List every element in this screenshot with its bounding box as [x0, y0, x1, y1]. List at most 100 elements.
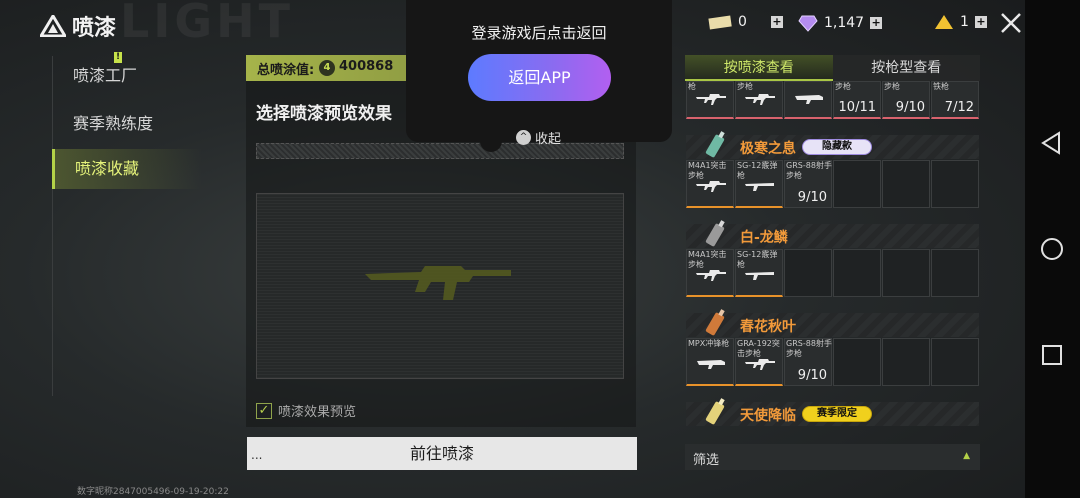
spray-effect-strip[interactable] — [256, 143, 624, 159]
add-pyramid-button[interactable]: + — [974, 16, 987, 28]
spray-group-header[interactable]: 白-龙鳞 — [686, 220, 979, 248]
weapon-name: M4A1突击步枪 — [688, 161, 727, 180]
menu-item-label: 喷漆工厂 — [73, 66, 138, 85]
shotgun-icon — [745, 183, 774, 191]
pyramid-icon — [935, 15, 953, 29]
smg-icon — [697, 360, 725, 369]
rifle-icon — [696, 94, 726, 105]
spray-group-header[interactable]: 极寒之息 隐藏款 — [686, 131, 979, 159]
empty-cell — [833, 160, 881, 208]
currency-tickets: 0 + — [708, 14, 783, 30]
spray-preview-area — [256, 193, 624, 379]
weapon-name: M4A1突击步枪 — [688, 250, 727, 269]
weapon-name: 铁枪 — [933, 82, 949, 91]
go-spray-button-label: 前往喷漆 — [409, 444, 474, 463]
weapon-name: GRS-88射手步枪 — [786, 339, 832, 358]
check-icon[interactable]: ✓ — [256, 402, 272, 419]
weapon-name: GRS-88射手步枪 — [786, 161, 832, 180]
filter-dropdown[interactable]: 筛选 ▲ — [685, 444, 980, 470]
currency-diamonds: 1,147 + — [798, 14, 883, 32]
weapon-name: 步枪 — [884, 82, 900, 91]
weapon-cell[interactable]: 步枪 9/10 — [882, 81, 930, 119]
empty-cell — [931, 338, 979, 386]
weapon-name: SG-12霰弹枪 — [737, 161, 778, 180]
view-tabs: 按喷漆查看 按枪型查看 — [685, 55, 980, 81]
weapon-cell[interactable]: M4A1突击步枪 — [686, 249, 734, 297]
empty-cell — [931, 249, 979, 297]
weapon-row: M4A1突击步枪 SG-12霰弹枪 GRS-88射手步枪 9/10 — [686, 160, 979, 208]
weapon-row: MPX冲锋枪 GRA-192突击步枪 GRS-88射手步枪 9/10 — [686, 338, 979, 386]
tab-by-spray[interactable]: 按喷漆查看 — [685, 55, 833, 81]
menu-item-season-proficiency[interactable]: 赛季熟练度 ! — [53, 52, 203, 144]
spray-group-header[interactable]: 春花秋叶 — [686, 309, 979, 337]
weapon-cell[interactable]: SG-12霰弹枪 — [735, 160, 783, 208]
weapon-count: 7/12 — [944, 100, 974, 115]
weapon-cell[interactable]: 步枪 — [735, 81, 783, 119]
rifle-icon — [696, 270, 726, 281]
weapon-name: SG-12霰弹枪 — [737, 250, 778, 269]
weapon-count: 9/10 — [797, 368, 827, 383]
system-nav-bar — [1025, 0, 1080, 498]
hidden-badge: 隐藏款 — [802, 139, 872, 155]
spray-can-icon — [705, 309, 725, 336]
weapon-cell[interactable]: M4A1突击步枪 — [686, 160, 734, 208]
weapon-cell[interactable]: MPX冲锋枪 — [686, 338, 734, 386]
background-watermark-text: LIGHT — [120, 0, 295, 48]
weapon-count: 9/10 — [797, 190, 827, 205]
back-icon[interactable] — [1039, 130, 1065, 156]
empty-cell — [833, 249, 881, 297]
spray-can-icon — [705, 220, 725, 247]
weapon-name: 步枪 — [737, 82, 753, 91]
chevron-up-icon: ^ — [516, 130, 531, 145]
spray-group-header[interactable]: 天使降临 赛季限定 — [686, 398, 979, 426]
menu-item-spray-collection[interactable]: 喷漆收藏 — [52, 149, 202, 189]
menu-item-label: 赛季熟练度 — [73, 114, 154, 133]
weapon-cell[interactable]: GRS-88射手步枪 9/10 — [784, 338, 832, 386]
weapon-cell[interactable]: SG-12霰弹枪 — [735, 249, 783, 297]
spray-group-name: 极寒之息 — [740, 141, 796, 157]
tab-by-weapon[interactable]: 按枪型查看 — [832, 55, 980, 81]
currency-value: 1,147 — [824, 15, 865, 31]
app-logo-icon — [40, 15, 66, 37]
weapon-cell[interactable]: GRA-192突击步枪 — [735, 338, 783, 386]
menu-item-label: 喷漆收藏 — [75, 159, 140, 178]
weapon-cell[interactable] — [784, 81, 832, 119]
weapon-cell[interactable]: 铁枪 7/12 — [931, 81, 979, 119]
add-tickets-button[interactable]: + — [770, 16, 783, 28]
empty-cell — [833, 338, 881, 386]
spray-can-icon — [705, 131, 725, 158]
rifle-icon — [745, 359, 775, 370]
diamond-icon — [798, 15, 818, 32]
triangle-up-icon: ▲ — [963, 451, 970, 461]
weapon-cell[interactable]: 枪 — [686, 81, 734, 119]
home-icon[interactable] — [1039, 236, 1065, 262]
ticket-icon — [708, 15, 732, 30]
weapon-row: 枪 步枪 步枪 10/11 步枪 9/10 铁枪 7/12 — [686, 81, 979, 119]
collapse-button[interactable]: ^ 收起 — [516, 128, 561, 147]
empty-cell — [931, 160, 979, 208]
empty-cell — [882, 249, 930, 297]
weapon-name: 枪 — [688, 82, 696, 91]
spray-group-name: 春花秋叶 — [740, 319, 796, 335]
go-spray-button[interactable]: ... 前往喷漆 — [247, 437, 637, 470]
currency-value: 1 — [960, 14, 969, 30]
recent-apps-icon[interactable] — [1039, 342, 1065, 368]
close-icon[interactable] — [998, 10, 1024, 36]
weapon-name: GRA-192突击步枪 — [737, 339, 780, 358]
rifle-icon — [745, 94, 775, 105]
empty-cell — [784, 249, 832, 297]
popup-message: 登录游戏后点击返回 — [471, 24, 607, 42]
player-id-watermark: 数字昵称2847005496-09-19-20:22 — [77, 487, 229, 497]
spray-group-name: 天使降临 — [740, 408, 796, 424]
preview-toggle-label: 喷漆效果预览 — [278, 405, 357, 420]
add-diamonds-button[interactable]: + — [870, 17, 883, 29]
side-menu: 喷漆工厂 赛季熟练度 ! 喷漆收藏 — [52, 52, 203, 396]
weapon-count: 10/11 — [838, 100, 876, 115]
return-app-button[interactable]: 返回APP — [468, 54, 611, 101]
notification-badge: ! — [114, 52, 122, 63]
weapon-cell[interactable]: 步枪 10/11 — [833, 81, 881, 119]
preview-toggle[interactable]: ✓ 喷漆效果预览 — [256, 401, 356, 420]
menu-item-spray-factory[interactable]: 喷漆工厂 — [53, 56, 203, 96]
weapon-cell[interactable]: GRS-88射手步枪 9/10 — [784, 160, 832, 208]
empty-cell — [882, 338, 930, 386]
